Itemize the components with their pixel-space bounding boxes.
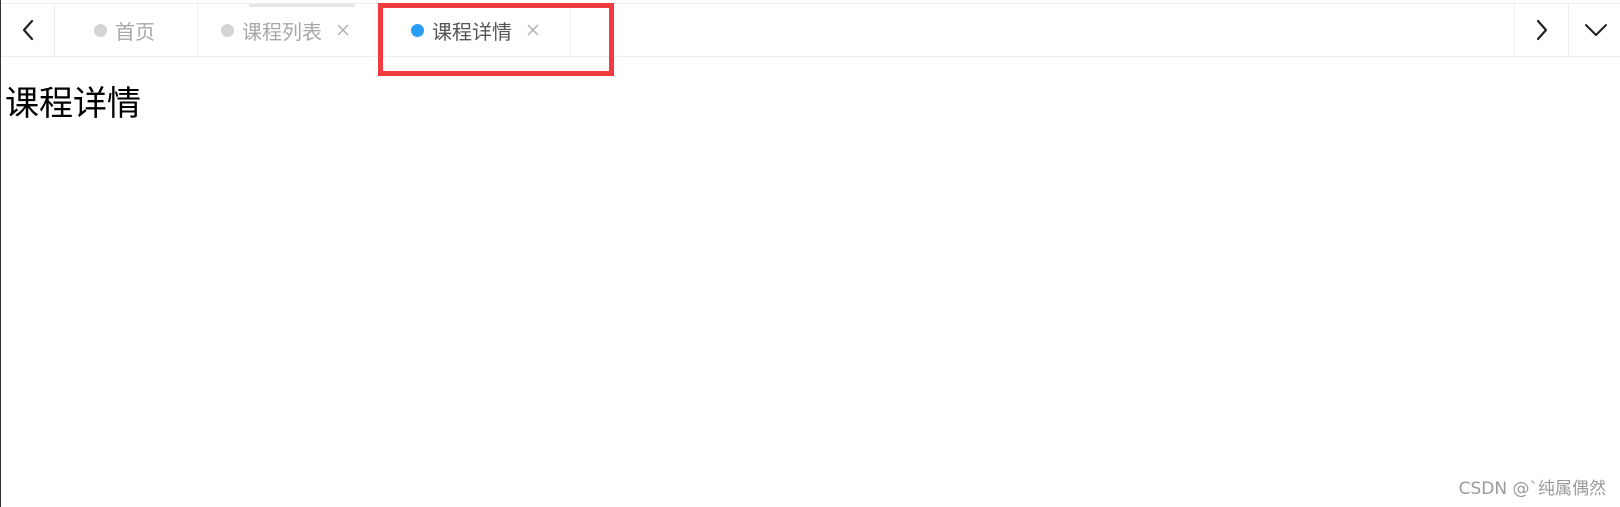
chevron-down-icon bbox=[1584, 23, 1608, 37]
tabs-scroll-left-button[interactable] bbox=[1, 4, 55, 56]
close-icon[interactable] bbox=[526, 23, 540, 37]
tab-label: 课程详情 bbox=[432, 19, 512, 44]
tab-status-dot bbox=[221, 23, 234, 37]
tab-status-dot bbox=[94, 23, 107, 37]
tabs-scroll-right-button[interactable] bbox=[1514, 4, 1568, 56]
page: 首页 课程列表 课程详情 课程详情 CSDN @`纯属偶然 bbox=[0, 0, 1620, 507]
tab-course-list[interactable]: 课程列表 bbox=[198, 4, 378, 56]
tabs-menu-button[interactable] bbox=[1568, 4, 1620, 56]
close-icon[interactable] bbox=[336, 23, 350, 37]
page-title: 课程详情 bbox=[5, 84, 141, 124]
tab-label: 课程列表 bbox=[242, 19, 322, 44]
tab-status-dot bbox=[411, 23, 424, 37]
tab-course-detail[interactable]: 课程详情 bbox=[378, 4, 571, 56]
chevron-right-icon bbox=[1535, 19, 1549, 41]
tab-label: 首页 bbox=[115, 19, 155, 44]
tabs-bar: 首页 课程列表 课程详情 bbox=[1, 3, 1620, 57]
chevron-left-icon bbox=[21, 19, 35, 41]
watermark: CSDN @`纯属偶然 bbox=[1458, 479, 1606, 499]
tab-home[interactable]: 首页 bbox=[56, 4, 198, 56]
